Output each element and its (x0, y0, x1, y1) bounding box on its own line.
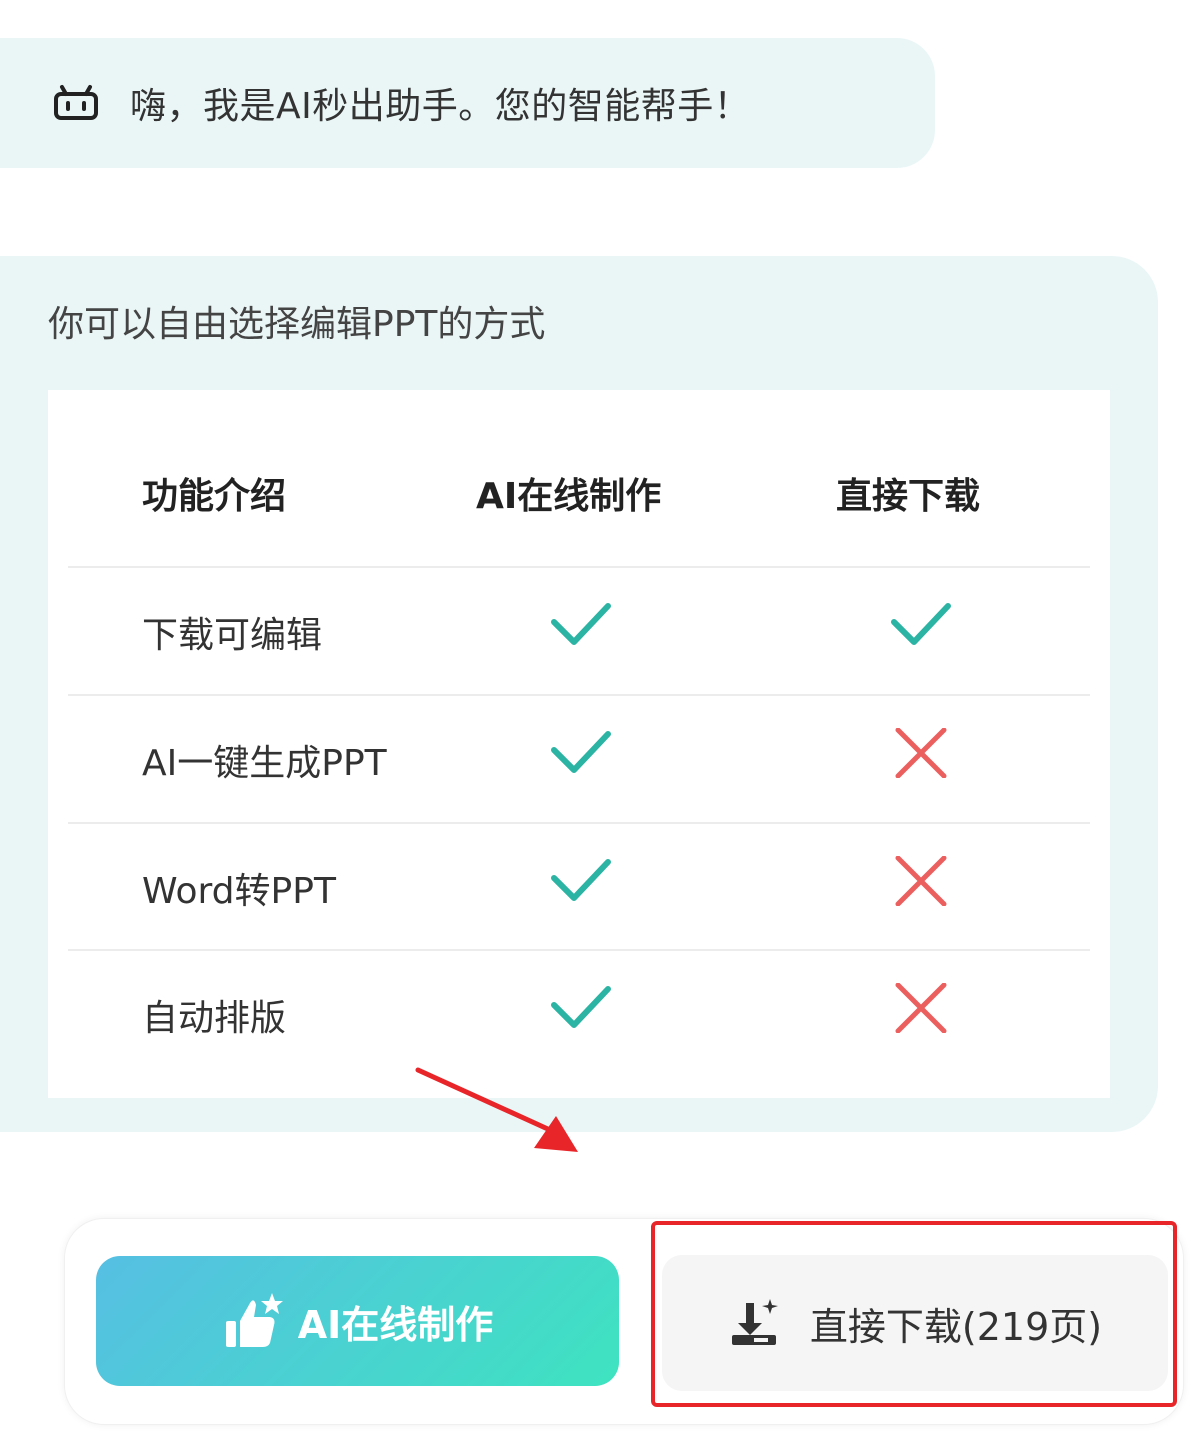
cross-icon (895, 983, 947, 1033)
greeting-text: 嗨，我是AI秒出助手。您的智能帮手！ (130, 86, 751, 127)
check-icon (551, 731, 611, 773)
header-feature: 功能介绍 (142, 476, 287, 517)
ai-online-button[interactable]: AI在线制作 (96, 1256, 619, 1386)
check-icon (551, 859, 611, 901)
feature-label: Word转PPT (142, 871, 336, 912)
cross-icon (895, 728, 947, 778)
table-header-row: 功能介绍 AI在线制作 直接下载 (68, 418, 1090, 568)
comparison-table: 功能介绍 AI在线制作 直接下载 下载可编辑 AI一键生成PPT Word转PP… (48, 390, 1110, 1098)
check-icon (551, 986, 611, 1028)
check-icon (891, 603, 951, 645)
header-direct-download: 直接下载 (836, 476, 981, 517)
thumbs-up-star-icon (225, 1293, 283, 1347)
feature-label: 下载可编辑 (142, 615, 323, 656)
ai-online-button-label: AI在线制作 (297, 1302, 494, 1347)
cross-icon (895, 856, 947, 906)
feature-label: 自动排版 (142, 998, 287, 1039)
options-card-title: 你可以自由选择编辑PPT的方式 (48, 304, 546, 345)
download-highlight-box (651, 1221, 1177, 1407)
check-icon (551, 603, 611, 645)
header-ai-online: AI在线制作 (476, 476, 662, 517)
feature-label: AI一键生成PPT (142, 743, 387, 784)
robot-icon (54, 85, 98, 120)
red-arrow-icon (415, 1067, 578, 1152)
greeting-bubble: 嗨，我是AI秒出助手。您的智能帮手！ (0, 38, 935, 168)
page: 嗨，我是AI秒出助手。您的智能帮手！ 你可以自由选择编辑PPT的方式 功能介绍 … (0, 0, 1200, 1433)
